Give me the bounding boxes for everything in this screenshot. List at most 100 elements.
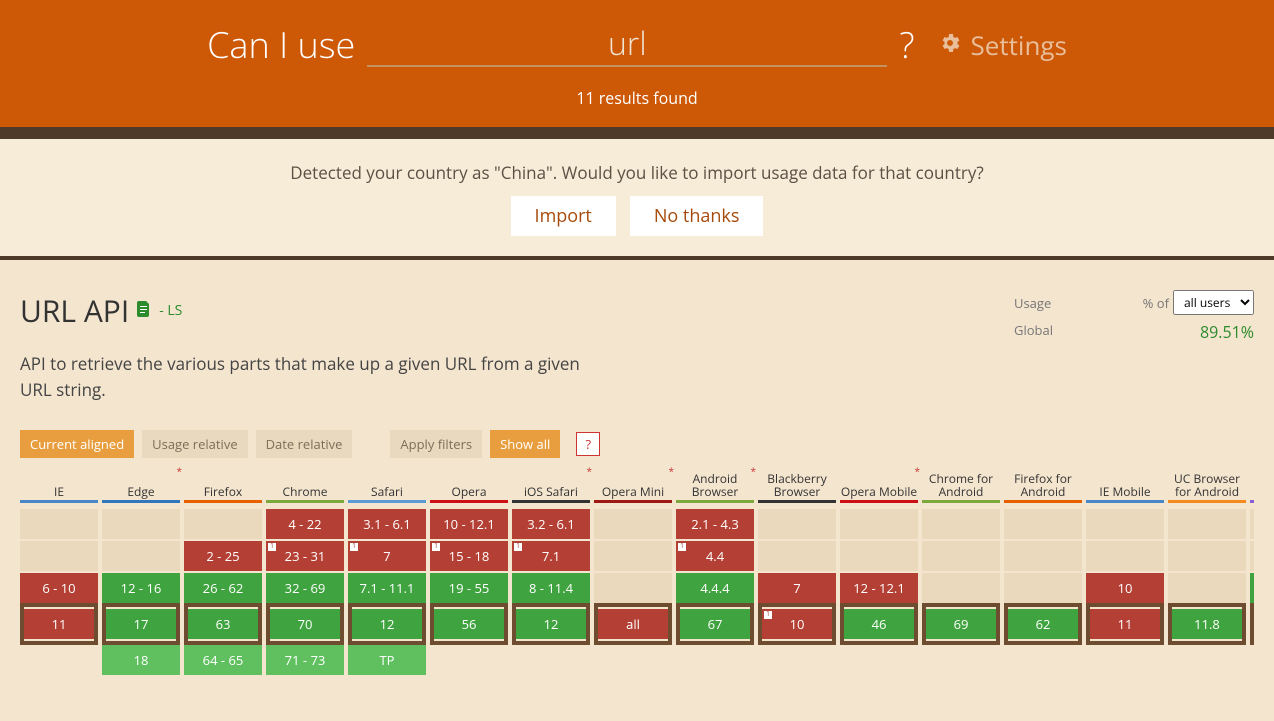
support-cell[interactable] (594, 541, 672, 571)
tab-date-relative[interactable]: Date relative (256, 430, 353, 458)
support-cell[interactable]: 11 (24, 609, 94, 639)
support-cell[interactable] (758, 509, 836, 539)
browser-name[interactable]: IE (20, 464, 98, 500)
browser-name[interactable]: Blackberry Browser (758, 464, 836, 500)
support-cell[interactable] (594, 509, 672, 539)
support-cell[interactable]: 12 - 16 (102, 573, 180, 603)
support-cell[interactable] (1168, 573, 1246, 603)
support-cell[interactable] (758, 541, 836, 571)
browser-name[interactable]: Opera Mini* (594, 464, 672, 500)
support-cell[interactable] (1168, 541, 1246, 571)
settings-link[interactable]: Settings (938, 27, 1066, 63)
current-version-row: 70 (266, 603, 344, 645)
support-cell[interactable] (1004, 541, 1082, 571)
support-cell[interactable]: 2 - 25 (184, 541, 262, 571)
support-cell[interactable]: 19 - 55 (430, 573, 508, 603)
show-all-button[interactable]: Show all (490, 430, 560, 458)
support-cell[interactable]: 4 - 22 (266, 509, 344, 539)
support-cell[interactable]: 10 (1086, 573, 1164, 603)
support-cell[interactable] (20, 509, 98, 539)
support-cell[interactable]: 69 (926, 609, 996, 639)
past-versions: 4 - 22123 - 3132 - 69 (266, 505, 344, 603)
browser-name[interactable]: Opera Mobile* (840, 464, 918, 500)
support-cell[interactable]: 70 (270, 609, 340, 639)
browser-name[interactable]: Firefox (184, 464, 262, 500)
support-cell[interactable]: 7 (758, 573, 836, 603)
support-cell[interactable] (1168, 509, 1246, 539)
support-cell[interactable]: 4 - 6 (1250, 573, 1254, 603)
support-cell[interactable]: 46 (844, 609, 914, 639)
support-cell[interactable] (922, 573, 1000, 603)
support-cell[interactable]: 11.8 (1172, 609, 1242, 639)
browser-name[interactable]: Android Browser* (676, 464, 754, 500)
support-cell[interactable]: 7.1 - 11.1 (348, 573, 426, 603)
support-cell[interactable]: 10 - 12.1 (430, 509, 508, 539)
support-cell[interactable]: 3.1 - 6.1 (348, 509, 426, 539)
nothanks-button[interactable]: No thanks (630, 196, 764, 236)
support-cell[interactable]: 12 - 12.1 (840, 573, 918, 603)
support-cell[interactable] (102, 541, 180, 571)
apply-filters-button[interactable]: Apply filters (390, 430, 482, 458)
browser-name[interactable]: Edge* (102, 464, 180, 500)
support-cell[interactable]: 4.4.4 (676, 573, 754, 603)
support-cell[interactable]: 11 (1090, 609, 1160, 639)
support-cell[interactable] (1004, 509, 1082, 539)
browser-name[interactable]: IE Mobile (1086, 464, 1164, 500)
support-cell[interactable]: 64 - 65 (184, 645, 262, 675)
support-cell[interactable] (1250, 541, 1254, 571)
support-cell[interactable]: 18 (102, 645, 180, 675)
support-cell[interactable]: 12 (352, 609, 422, 639)
users-select[interactable]: all users (1173, 290, 1254, 315)
browser-name[interactable]: Firefox for Android (1004, 464, 1082, 500)
support-cell[interactable] (922, 541, 1000, 571)
support-cell[interactable] (102, 509, 180, 539)
support-cell[interactable]: 3.2 - 6.1 (512, 509, 590, 539)
support-table[interactable]: IE6 - 1011Edge*12 - 161718Firefox2 - 252… (20, 464, 1254, 681)
browser-name[interactable]: Opera (430, 464, 508, 500)
support-cell[interactable]: 26 - 62 (184, 573, 262, 603)
support-cell[interactable] (840, 541, 918, 571)
support-cell[interactable] (184, 509, 262, 539)
support-cell[interactable]: 14.4 (676, 541, 754, 571)
support-cell[interactable]: 67 (680, 609, 750, 639)
support-cell[interactable]: 62 (1008, 609, 1078, 639)
browser-name[interactable]: Chrome (266, 464, 344, 500)
support-cell[interactable]: 56 (434, 609, 504, 639)
support-cell[interactable]: 63 (188, 609, 258, 639)
support-cell[interactable]: 17.1 (512, 541, 590, 571)
browser-name[interactable]: Chrome for Android (922, 464, 1000, 500)
current-version-row: 56 (430, 603, 508, 645)
support-cell[interactable]: 6 - 10 (20, 573, 98, 603)
support-cell[interactable]: 12 (516, 609, 586, 639)
browser-name[interactable]: iOS Safari* (512, 464, 590, 500)
support-cell[interactable]: 71 - 73 (266, 645, 344, 675)
support-cell[interactable]: 17 (348, 541, 426, 571)
support-cell[interactable]: 32 - 69 (266, 573, 344, 603)
support-cell[interactable] (1086, 541, 1164, 571)
support-cell[interactable] (1004, 573, 1082, 603)
support-cell[interactable]: 17 (106, 609, 176, 639)
support-cell[interactable] (840, 509, 918, 539)
spec-doc-icon[interactable] (137, 300, 151, 322)
browser-name[interactable]: Safari (348, 464, 426, 500)
browser-name[interactable]: UC Browser for Android (1168, 464, 1246, 500)
support-cell[interactable] (594, 573, 672, 603)
tab-current-aligned[interactable]: Current aligned (20, 430, 134, 458)
tab-usage-relative[interactable]: Usage relative (142, 430, 247, 458)
support-cell[interactable] (1086, 509, 1164, 539)
support-cell[interactable]: all (598, 609, 668, 639)
support-cell[interactable]: 2.1 - 4.3 (676, 509, 754, 539)
support-cell[interactable]: 110 (762, 609, 832, 639)
import-button[interactable]: Import (511, 196, 616, 236)
search-input[interactable] (367, 22, 887, 67)
support-cell[interactable]: 115 - 18 (430, 541, 508, 571)
support-cell[interactable] (922, 509, 1000, 539)
header: Can I use ? Settings 11 results found (0, 0, 1274, 127)
support-cell[interactable]: TP (348, 645, 426, 675)
help-button[interactable]: ? (576, 432, 600, 456)
support-cell[interactable] (20, 541, 98, 571)
browser-name[interactable]: Samsung Internet (1250, 464, 1254, 500)
support-cell[interactable]: 8 - 11.4 (512, 573, 590, 603)
support-cell[interactable]: 123 - 31 (266, 541, 344, 571)
support-cell[interactable] (1250, 509, 1254, 539)
